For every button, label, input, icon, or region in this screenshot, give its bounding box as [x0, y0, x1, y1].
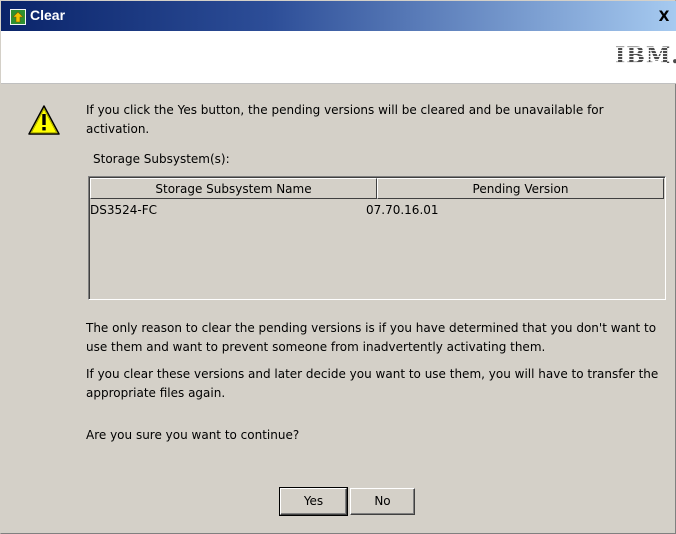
column-header-pending-version[interactable]: Pending Version	[377, 178, 664, 199]
intro-message: If you click the Yes button, the pending…	[86, 103, 604, 136]
pending-version-cell: 07.70.16.01	[366, 203, 439, 217]
close-icon[interactable]: X	[655, 9, 673, 25]
clear-dialog: Clear X IBM. If you click the Yes button…	[0, 0, 676, 534]
warning-icon	[28, 105, 60, 135]
confirm-question: Are you sure you want to continue?	[86, 428, 300, 442]
later-paragraph: If you clear these versions and later de…	[86, 367, 659, 400]
no-button[interactable]: No	[350, 488, 415, 515]
subsystem-name-cell: DS3524-FC	[90, 203, 158, 217]
column-header-subsystem-name[interactable]: Storage Subsystem Name	[90, 178, 377, 199]
subsystem-table[interactable]: Storage Subsystem Name Pending Version D…	[88, 176, 666, 300]
window-title: Clear	[30, 7, 66, 23]
subsystem-label: Storage Subsystem(s):	[93, 152, 230, 166]
title-bar[interactable]: Clear X	[1, 1, 676, 31]
header-banner	[1, 31, 676, 84]
table-row[interactable]: DS3524-FC 07.70.16.01	[90, 201, 664, 219]
reason-paragraph: The only reason to clear the pending ver…	[86, 321, 657, 354]
firmware-upload-icon	[10, 9, 26, 25]
yes-button[interactable]: Yes	[279, 487, 348, 516]
ibm-logo: IBM.	[615, 43, 676, 69]
